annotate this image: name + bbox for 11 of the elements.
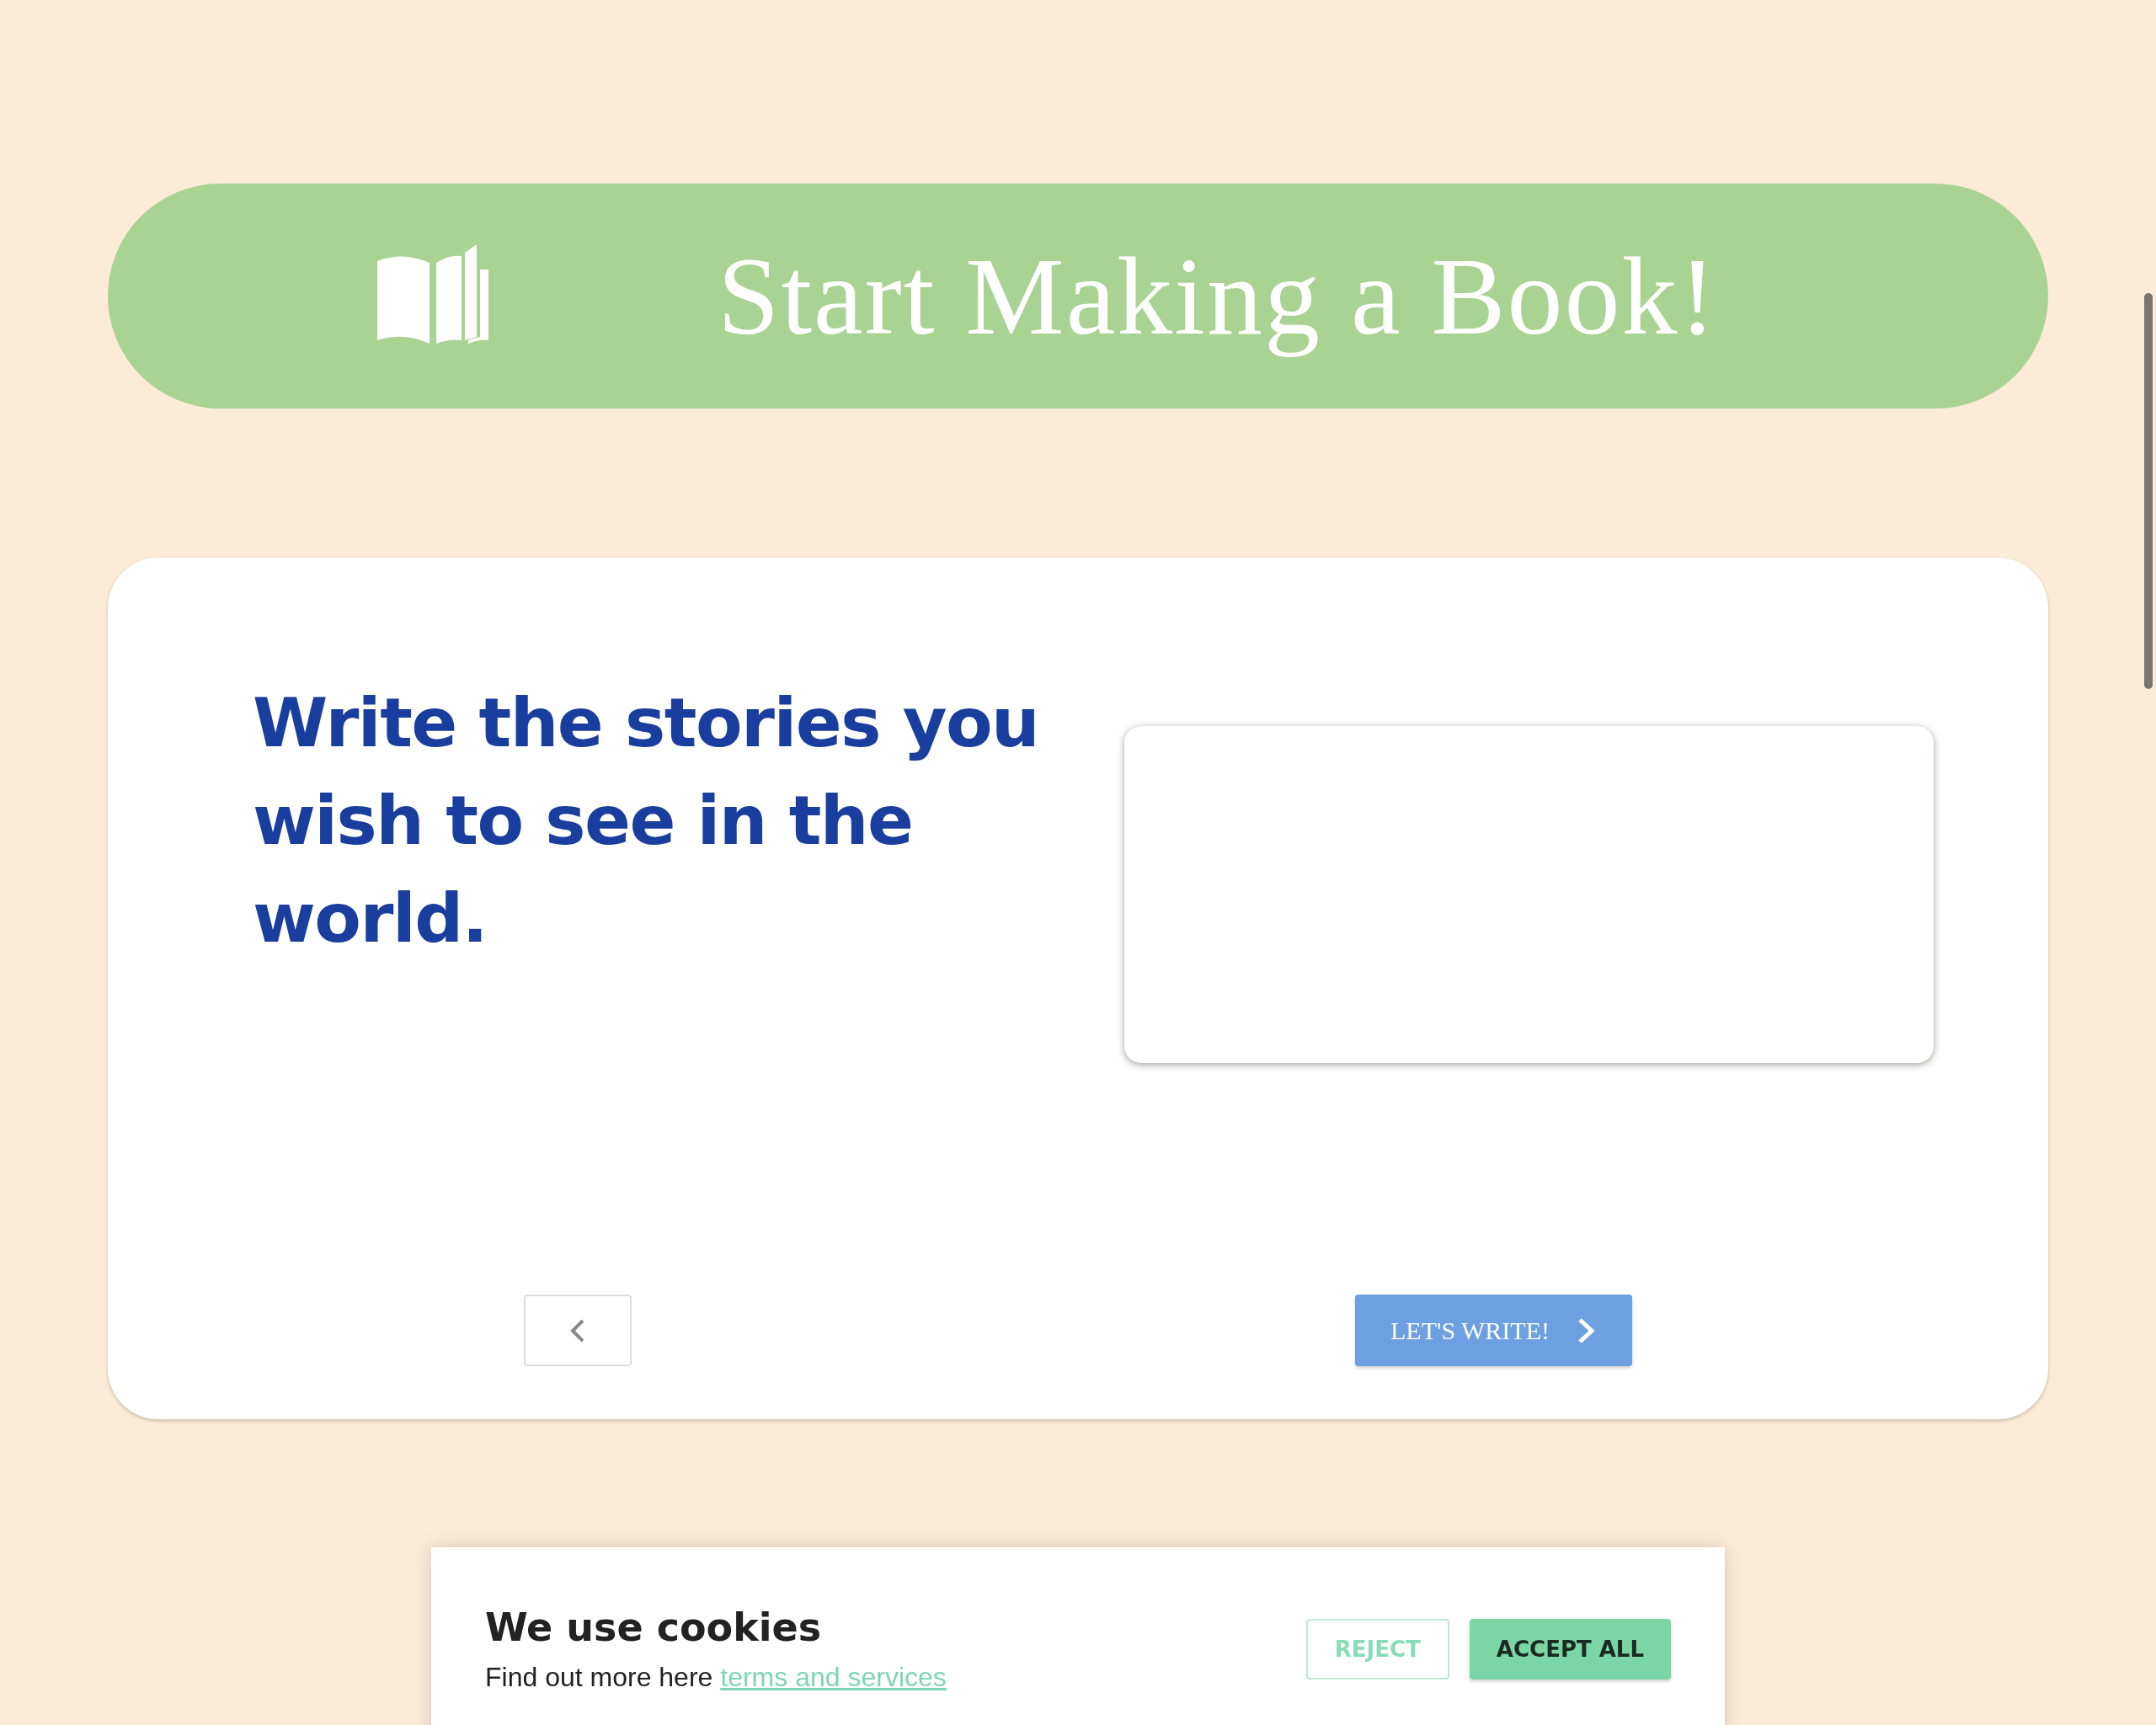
scrollbar[interactable] xyxy=(2144,293,2153,689)
reject-button[interactable]: REJECT xyxy=(1305,1619,1449,1680)
lets-write-button[interactable]: LET'S WRITE! xyxy=(1355,1295,1632,1366)
accept-button[interactable]: ACCEPT ALL xyxy=(1469,1619,1671,1680)
cookie-title: We use cookies xyxy=(485,1605,823,1650)
page-title: Start Making a Book! xyxy=(718,233,1718,360)
back-button[interactable] xyxy=(524,1295,632,1366)
story-heading: Write the stories you wish to see in the world. xyxy=(253,682,1040,959)
terms-link[interactable]: terms and services xyxy=(720,1662,947,1692)
cookie-text: Find out more here terms and services xyxy=(485,1662,947,1693)
story-input-field[interactable] xyxy=(1123,726,1934,1063)
